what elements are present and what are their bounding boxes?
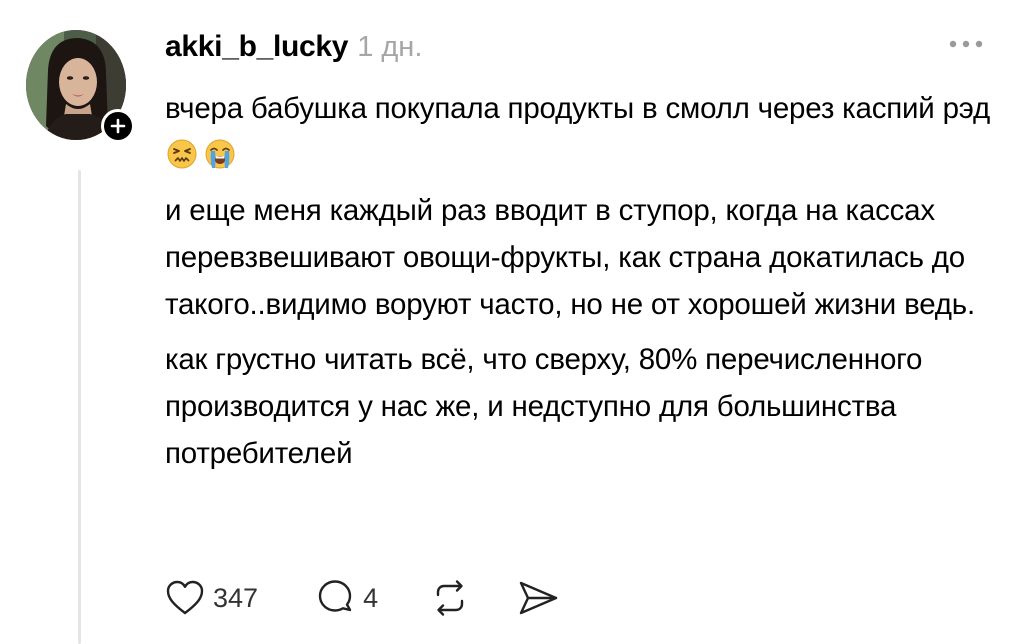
like-count: 347	[213, 582, 259, 613]
more-options-button[interactable]	[946, 36, 986, 52]
comment-icon	[318, 580, 352, 612]
like-button[interactable]: 347	[165, 579, 258, 617]
reply-button[interactable]: 4	[315, 578, 378, 618]
confounded-face-emoji	[166, 138, 198, 170]
reply-count: 4	[363, 582, 379, 613]
paragraph: и еще меня каждый раз вводит в ступор, к…	[165, 194, 975, 321]
paragraph-text: вчера бабушка покупала продукты в смолл …	[165, 92, 990, 125]
plus-icon	[110, 118, 126, 134]
loudly-crying-face-emoji	[204, 138, 236, 170]
post-body: вчера бабушка покупала продукты в смолл …	[165, 85, 1000, 477]
more-horizontal-icon	[949, 40, 983, 48]
repost-icon	[436, 580, 464, 616]
heart-icon	[166, 580, 204, 615]
follow-button[interactable]	[101, 109, 135, 143]
timestamp: 1 дн.	[357, 31, 423, 63]
username[interactable]: akki_b_lucky	[165, 30, 349, 64]
share-button[interactable]	[516, 578, 560, 618]
thread-line	[78, 170, 81, 644]
paragraph: вчера бабушка покупала продукты в смолл …	[165, 85, 1000, 179]
post-actions: 347 4	[165, 576, 560, 620]
post-header: akki_b_lucky 1 дн.	[165, 30, 422, 64]
send-icon	[519, 581, 558, 615]
repost-button[interactable]	[430, 578, 470, 618]
paragraph: как грустно читать всё, что сверху, 80% …	[165, 343, 923, 470]
